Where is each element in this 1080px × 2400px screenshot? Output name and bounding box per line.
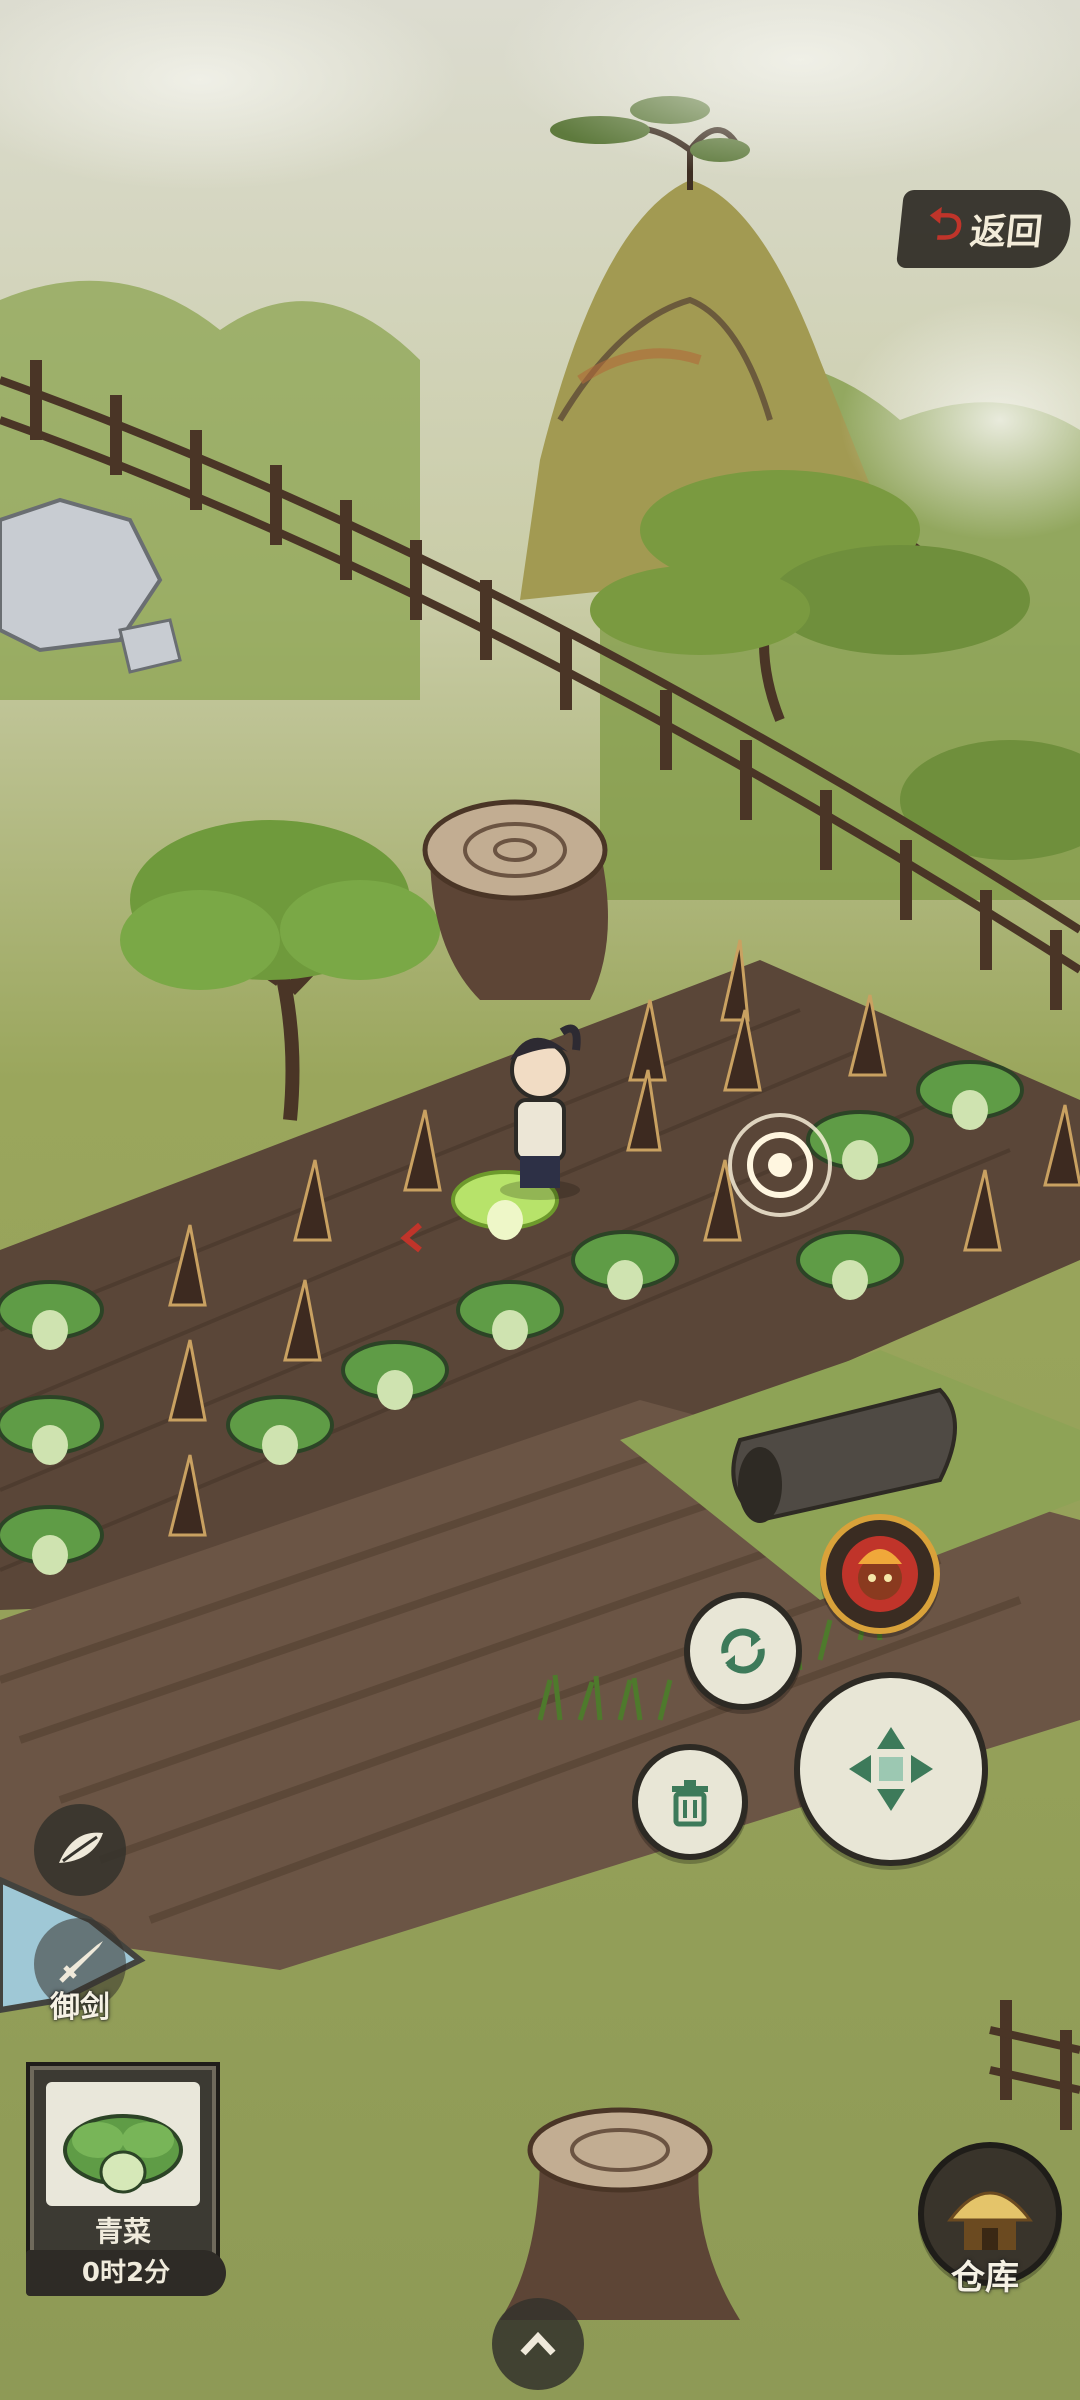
storehouse-label: 仓库 (951, 2258, 1019, 2298)
hero-portrait-icon (842, 1536, 918, 1612)
return-arrow-icon: ⮌ (925, 198, 966, 250)
seed-image-frame (46, 2082, 200, 2206)
hero-portrait-button[interactable] (820, 1514, 940, 1634)
move-arrows-icon (849, 1727, 933, 1811)
back-label: 返回 (968, 212, 1045, 253)
sword-label: 御剑 (50, 1990, 110, 2025)
expand-up-button[interactable] (492, 2298, 584, 2390)
chevron-up-icon (520, 2331, 556, 2356)
back-button[interactable]: ⮌ 返回 (895, 190, 1075, 268)
refresh-icon (721, 1628, 765, 1674)
trash-icon (672, 1780, 708, 1827)
refresh-button[interactable] (684, 1592, 802, 1710)
leaf-button[interactable] (34, 1804, 126, 1896)
leaf-icon (59, 1832, 103, 1863)
trash-button[interactable] (632, 1744, 748, 1860)
move-button[interactable] (794, 1672, 988, 1866)
bok-choy-icon (63, 2114, 183, 2194)
seed-card[interactable]: 青菜 (26, 2062, 220, 2274)
crop-timer: 0时2分 (26, 2250, 226, 2296)
farm-scene (0, 0, 1080, 2400)
crop-name: 青菜 (94, 2215, 151, 2248)
